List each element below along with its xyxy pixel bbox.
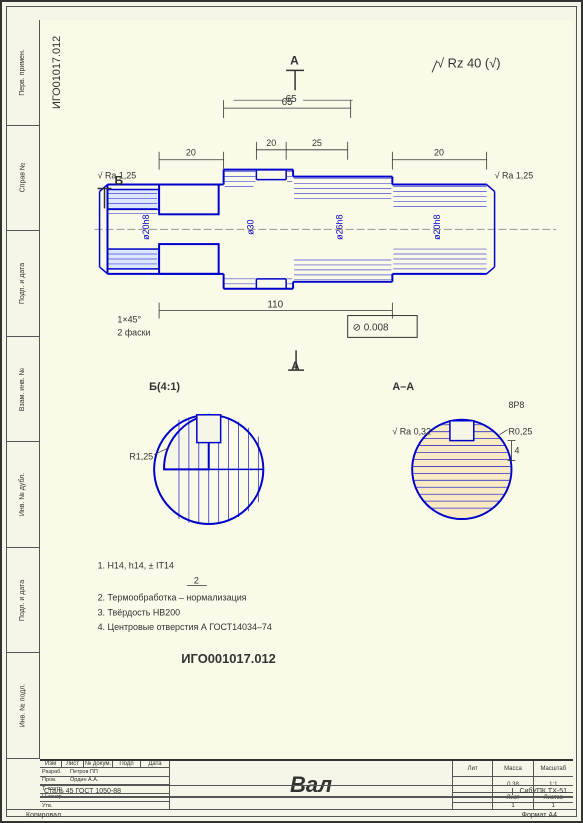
- left-label-6: Подп. и дата: [6, 548, 39, 654]
- svg-text:20: 20: [186, 148, 196, 158]
- svg-text:R1,25: R1,25: [129, 451, 153, 461]
- svg-text:Б: Б: [114, 174, 123, 188]
- rev-podp: Подп: [113, 761, 141, 767]
- svg-text:ø20h8: ø20h8: [141, 215, 151, 240]
- person-prov: Пров. Ордин А.А.: [40, 777, 169, 786]
- svg-text:Б(4:1): Б(4:1): [149, 381, 180, 393]
- left-label-5: Инв. № дубл.: [6, 442, 39, 548]
- svg-text:ø30: ø30: [245, 219, 255, 234]
- svg-text:8Р8: 8Р8: [508, 400, 524, 410]
- svg-text:25: 25: [312, 138, 322, 148]
- rev-izm: Изм: [40, 761, 62, 767]
- svg-text:20: 20: [434, 148, 444, 158]
- svg-text:√ Rz 40 (√): √ Rz 40 (√): [437, 55, 501, 70]
- svg-text:R0,25: R0,25: [508, 427, 532, 437]
- svg-text:2. Термообработка – нормализа: 2. Термообработка – нормализация: [98, 592, 247, 602]
- svg-text:ИГО001017.012: ИГО001017.012: [181, 651, 276, 666]
- svg-text:20: 20: [266, 138, 276, 148]
- left-label-4: Взам. инв. №: [6, 337, 39, 443]
- person-razrab: Разраб. Петров ПП: [40, 768, 169, 777]
- svg-text:4. Центровые отверстия А ГОСТ: 4. Центровые отверстия А ГОСТ14034–74: [98, 622, 272, 632]
- material-row: [40, 797, 573, 809]
- left-labels: Перв. примен. Справ № Подп. и дата Взам.…: [6, 20, 40, 759]
- svg-text:⊘ 0.008: ⊘ 0.008: [353, 322, 389, 333]
- rev-dokum: № докум.: [84, 761, 113, 767]
- left-label-1: Перв. примен.: [6, 20, 39, 126]
- svg-text:1. Н14, h14, ± IT14: 1. Н14, h14, ± IT14: [98, 561, 174, 571]
- technical-drawing-svg: ИГО01017.012 √ Rz 40 (√) А 65: [40, 20, 573, 759]
- svg-text:√ Ra 0,32: √ Ra 0,32: [392, 427, 431, 437]
- svg-text:ø20h8: ø20h8: [432, 215, 442, 240]
- left-label-2: Справ №: [6, 126, 39, 232]
- left-label-7: Инв. № подл.: [6, 653, 39, 759]
- svg-text:2: 2: [194, 576, 199, 586]
- bottom-bar: Копировал Формат А4: [6, 809, 577, 821]
- left-label-3: Подп. и дата: [6, 231, 39, 337]
- drawing-area: ИГО01017.012 √ Rz 40 (√) А 65: [40, 20, 573, 759]
- rev-list: Лист: [62, 761, 84, 767]
- svg-text:110: 110: [267, 300, 283, 311]
- svg-text:65: 65: [282, 97, 294, 108]
- rev-header: Изм Лист № докум. Подп Дата: [40, 761, 169, 768]
- svg-text:ИГО01017.012: ИГО01017.012: [51, 36, 63, 109]
- svg-text:А–А: А–А: [392, 381, 414, 393]
- svg-text:4: 4: [514, 446, 519, 456]
- svg-text:2 фаски: 2 фаски: [117, 327, 150, 337]
- svg-text:1×45°: 1×45°: [117, 315, 141, 325]
- rev-data: Дата: [141, 761, 169, 767]
- svg-text:А: А: [290, 53, 299, 67]
- material-bar: Сталь 45 ГОСТ 1050-88 СибУПК ТХ-51: [40, 785, 573, 797]
- lit-mass-scale-header: Лит Масса Масштаб: [453, 761, 573, 777]
- drawing-page: Перв. примен. Справ № Подп. и дата Взам.…: [0, 0, 583, 823]
- svg-text:√ Ra 1,25: √ Ra 1,25: [495, 171, 534, 181]
- svg-text:3. Твёрдость НВ200: 3. Твёрдость НВ200: [98, 607, 181, 617]
- svg-text:ø26h8: ø26h8: [335, 215, 345, 240]
